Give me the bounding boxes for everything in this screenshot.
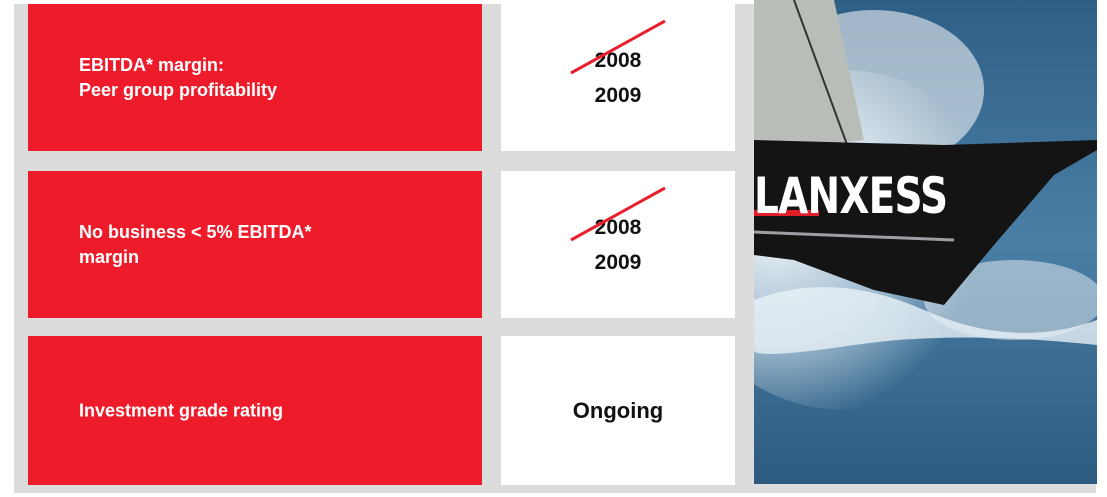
target-card-ebitda-peer: EBITDA* margin: Peer group profitability bbox=[28, 4, 482, 151]
strike-through-mark bbox=[570, 19, 666, 75]
timeline-card-ebitda-peer: 2008 2009 bbox=[501, 4, 735, 151]
strike-through-mark bbox=[570, 186, 666, 242]
target-label-line: Peer group profitability bbox=[79, 79, 278, 100]
target-label-line: margin bbox=[79, 246, 140, 267]
target-card-business-margin: No business < 5% EBITDA* margin bbox=[28, 171, 482, 318]
status-ongoing: Ongoing bbox=[572, 397, 664, 423]
timeline-card-business-margin: 2008 2009 bbox=[501, 171, 735, 318]
target-label: No business < 5% EBITDA* margin bbox=[79, 220, 419, 270]
target-label-line: EBITDA* margin: bbox=[79, 54, 225, 75]
target-label: Investment grade rating bbox=[79, 398, 419, 423]
target-label-line: No business < 5% EBITDA* bbox=[79, 221, 312, 242]
year-revised: 2009 bbox=[594, 83, 642, 107]
lanxess-logo: LANXESS bbox=[754, 167, 948, 225]
target-label: EBITDA* margin: Peer group profitability bbox=[79, 53, 419, 103]
timeline-card-investment-grade: Ongoing bbox=[501, 336, 735, 485]
boat-illustration bbox=[754, 0, 1097, 484]
target-label-line: Investment grade rating bbox=[79, 400, 284, 420]
year-revised: 2009 bbox=[594, 250, 642, 274]
target-card-investment-grade: Investment grade rating bbox=[28, 336, 482, 485]
sailing-boat-photo: LANXESS bbox=[754, 0, 1097, 484]
